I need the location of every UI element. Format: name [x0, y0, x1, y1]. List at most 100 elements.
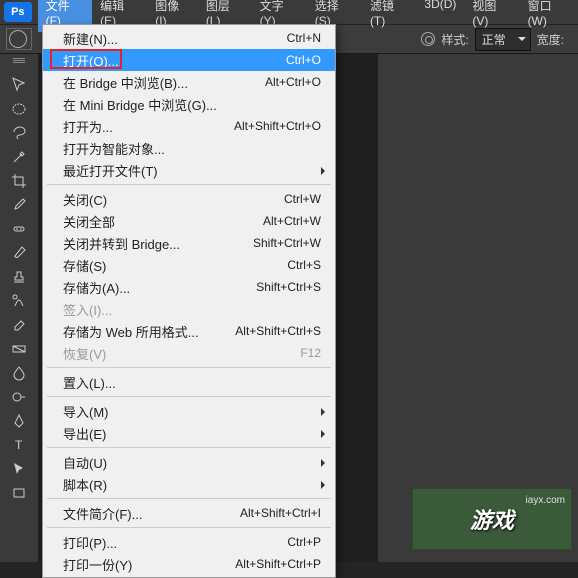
menu-item-shortcut: Alt+Ctrl+W	[263, 214, 321, 228]
wand-tool-icon[interactable]	[5, 146, 33, 168]
menu-item-shortcut: Ctrl+N	[287, 31, 321, 45]
crop-tool-icon[interactable]	[5, 170, 33, 192]
menu-item-label: 关闭全部	[63, 212, 115, 231]
file-menu-dropdown: 新建(N)... Ctrl+N 打开(O)... Ctrl+O 在 Bridge 中浏览…	[42, 24, 336, 578]
menu-item-label: 最近打开文件(T)	[63, 161, 158, 180]
menu-item-shortcut: Ctrl+S	[287, 258, 321, 272]
menu-item-shortcut: Shift+Ctrl+W	[253, 236, 321, 250]
lasso-tool-icon[interactable]	[5, 122, 33, 144]
menu-item[interactable]: 最近打开文件(T)	[43, 159, 335, 181]
menu-item-label: 存储(S)	[63, 256, 106, 275]
menu-item-label: 关闭(C)	[63, 190, 107, 209]
dodge-tool-icon[interactable]	[5, 386, 33, 408]
menu-item-shortcut: F12	[300, 346, 321, 360]
marquee-tool-icon[interactable]	[5, 98, 33, 120]
menu-item[interactable]: 文件简介(F)... Alt+Shift+Ctrl+I	[43, 502, 335, 524]
app-logo: Ps	[4, 2, 32, 22]
menu-item[interactable]: 关闭并转到 Bridge... Shift+Ctrl+W	[43, 232, 335, 254]
healing-tool-icon[interactable]	[5, 218, 33, 240]
tool-preset-swatch[interactable]	[6, 28, 32, 50]
menu-item-label: 导出(E)	[63, 424, 106, 443]
menu-item-label: 存储为(A)...	[63, 278, 130, 297]
menu-item[interactable]: 自动(U)	[43, 451, 335, 473]
menu-item[interactable]: 打开为智能对象...	[43, 137, 335, 159]
menu-item-label: 新建(N)...	[63, 29, 118, 48]
menu-item-label: 签入(I)...	[63, 300, 112, 319]
menu-item[interactable]: 关闭全部 Alt+Ctrl+W	[43, 210, 335, 232]
menu-item-shortcut: Alt+Shift+Ctrl+P	[235, 557, 321, 571]
menu-item-shortcut: Alt+Shift+Ctrl+I	[240, 506, 321, 520]
pen-tool-icon[interactable]	[5, 410, 33, 432]
menu-separator	[47, 184, 331, 185]
menu-item: 恢复(V) F12	[43, 342, 335, 364]
menu-item[interactable]: 存储(S) Ctrl+S	[43, 254, 335, 276]
gear-icon[interactable]	[421, 32, 435, 46]
menu-separator	[47, 396, 331, 397]
menu-separator	[47, 367, 331, 368]
menu-item[interactable]: 存储为 Web 所用格式... Alt+Shift+Ctrl+S	[43, 320, 335, 342]
menu-item: 签入(I)...	[43, 298, 335, 320]
menu-item[interactable]: 在 Mini Bridge 中浏览(G)...	[43, 93, 335, 115]
style-select[interactable]: 正常	[475, 28, 531, 51]
menu-item-shortcut: Alt+Shift+Ctrl+O	[234, 119, 321, 133]
menu-item-label: 导入(M)	[63, 402, 109, 421]
style-label: 样式:	[441, 31, 468, 48]
menu-item-shortcut: Ctrl+O	[286, 53, 321, 67]
menu-item-shortcut: Shift+Ctrl+S	[256, 280, 321, 294]
menu-item-label: 置入(L)...	[63, 373, 116, 392]
svg-text:T: T	[15, 438, 23, 452]
eyedropper-tool-icon[interactable]	[5, 194, 33, 216]
menu-separator	[47, 498, 331, 499]
menu-item-shortcut: Ctrl+W	[284, 192, 321, 206]
brush-tool-icon[interactable]	[5, 242, 33, 264]
gradient-tool-icon[interactable]	[5, 338, 33, 360]
path-select-tool-icon[interactable]	[5, 458, 33, 480]
menu-separator	[47, 527, 331, 528]
menu-item-shortcut: Ctrl+P	[287, 535, 321, 549]
menu-item[interactable]: 脚本(R)	[43, 473, 335, 495]
watermark-text: 游戏	[470, 503, 514, 535]
toolbar-grip-icon[interactable]	[13, 58, 25, 68]
menu-separator	[47, 447, 331, 448]
tools-panel: T	[0, 54, 38, 562]
menubar: Ps 文件(F)编辑(E)图像(I)图层(L)文字(Y)选择(S)滤镜(T)3D…	[0, 0, 578, 24]
menu-item[interactable]: 存储为(A)... Shift+Ctrl+S	[43, 276, 335, 298]
move-tool-icon[interactable]	[5, 74, 33, 96]
menu-item-label: 打开为智能对象...	[63, 139, 165, 158]
menu-item-shortcut: Alt+Ctrl+O	[265, 75, 321, 89]
menu-item[interactable]: 打印一份(Y) Alt+Shift+Ctrl+P	[43, 553, 335, 575]
type-tool-icon[interactable]: T	[5, 434, 33, 456]
menu-item[interactable]: 置入(L)...	[43, 371, 335, 393]
menu-item-label: 打印(P)...	[63, 533, 117, 552]
menu-item[interactable]: 打印(P)... Ctrl+P	[43, 531, 335, 553]
eraser-tool-icon[interactable]	[5, 314, 33, 336]
menu-item-label: 存储为 Web 所用格式...	[63, 322, 199, 341]
blur-tool-icon[interactable]	[5, 362, 33, 384]
menu-item-label: 打开(O)...	[63, 51, 119, 70]
menu-item[interactable]: 打开(O)... Ctrl+O	[43, 49, 335, 71]
history-brush-tool-icon[interactable]	[5, 290, 33, 312]
menu-item-label: 在 Bridge 中浏览(B)...	[63, 73, 188, 92]
menu-item-label: 脚本(R)	[63, 475, 107, 494]
menu-item-label: 打开为...	[63, 117, 113, 136]
menu-item[interactable]: 在 Bridge 中浏览(B)... Alt+Ctrl+O	[43, 71, 335, 93]
width-label: 宽度:	[537, 31, 564, 48]
menu-item-label: 关闭并转到 Bridge...	[63, 234, 180, 253]
menu-item-label: 打印一份(Y)	[63, 555, 132, 574]
stamp-tool-icon[interactable]	[5, 266, 33, 288]
shape-tool-icon[interactable]	[5, 482, 33, 504]
menu-item[interactable]: 导入(M)	[43, 400, 335, 422]
menu-item-label: 在 Mini Bridge 中浏览(G)...	[63, 95, 217, 114]
watermark-url: iayx.com	[526, 495, 565, 506]
menu-item[interactable]: 导出(E)	[43, 422, 335, 444]
watermark: iayx.com 游戏	[412, 488, 572, 550]
menu-item[interactable]: 滤镜(T)	[362, 0, 416, 32]
menu-item-shortcut: Alt+Shift+Ctrl+S	[235, 324, 321, 338]
menu-item-label: 文件简介(F)...	[63, 504, 142, 523]
canvas-area	[378, 54, 578, 562]
menu-item[interactable]: 关闭(C) Ctrl+W	[43, 188, 335, 210]
menu-item-label: 自动(U)	[63, 453, 107, 472]
menu-item-label: 恢复(V)	[63, 344, 106, 363]
menu-item[interactable]: 打开为... Alt+Shift+Ctrl+O	[43, 115, 335, 137]
menu-item[interactable]: 新建(N)... Ctrl+N	[43, 27, 335, 49]
